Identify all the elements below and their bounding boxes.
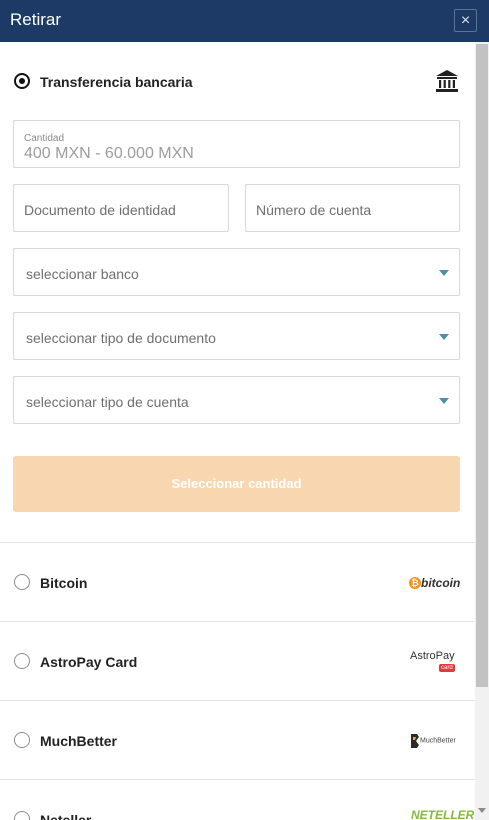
amount-label: Cantidad [24,133,65,144]
muchbetter-logo-text: MuchBetter [420,737,456,745]
bank-transfer-radio[interactable] [14,73,30,89]
withdraw-methods-list[interactable]: Transferencia bancaria Cantidad 400 MXN … [0,42,489,820]
close-icon: × [460,12,471,29]
method-bitcoin[interactable]: Bitcoin ₿ bitcoin [0,542,475,621]
neteller-radio[interactable] [14,811,30,820]
astropay-radio[interactable] [14,653,30,669]
bitcoin-logo-text: bitcoin [421,575,461,590]
account-type-select[interactable]: seleccionar tipo de cuenta [13,376,460,424]
astropay-logo-text: AstroPay [410,650,455,662]
muchbetter-icon [411,733,419,748]
astropay-card-badge: card [439,664,455,672]
method-bank-transfer[interactable]: Transferencia bancaria [0,42,475,102]
id-document-field[interactable]: Documento de identidad [13,184,229,232]
chevron-down-icon [439,398,449,404]
chevron-down-icon [439,334,449,340]
scroll-down-arrow-icon[interactable] [478,808,486,813]
neteller-label: Neteller [40,812,92,820]
amount-placeholder: 400 MXN - 60.000 MXN [24,145,194,162]
method-neteller[interactable]: Neteller NETELLER [0,779,475,820]
dialog-title: Retirar [10,10,62,29]
chevron-down-icon [439,270,449,276]
dialog-header: Retirar × [0,0,489,42]
bank-icon [436,70,458,92]
account-number-field[interactable]: Número de cuenta [245,184,460,232]
bank-select-value: seleccionar banco [26,266,139,282]
document-type-select[interactable]: seleccionar tipo de documento [13,312,460,360]
bank-select[interactable]: seleccionar banco [13,248,460,296]
account-number-placeholder: Número de cuenta [256,202,372,218]
account-type-select-value: seleccionar tipo de cuenta [26,394,189,410]
document-type-select-value: seleccionar tipo de documento [26,330,216,346]
bank-transfer-label: Transferencia bancaria [40,74,193,90]
amount-field[interactable]: Cantidad 400 MXN - 60.000 MXN [13,120,460,168]
astropay-label: AstroPay Card [40,654,138,670]
scrollbar-thumb[interactable] [476,44,488,687]
bitcoin-logo: ₿ bitcoin [409,574,460,590]
id-document-placeholder: Documento de identidad [24,202,176,218]
astropay-logo: AstroPay card [410,650,460,674]
close-button[interactable]: × [454,9,477,32]
select-amount-button[interactable]: Seleccionar cantidad [13,456,460,512]
method-muchbetter[interactable]: MuchBetter MuchBetter [0,700,475,779]
method-astropay[interactable]: AstroPay Card AstroPay card [0,621,475,700]
muchbetter-label: MuchBetter [40,733,118,749]
bitcoin-radio[interactable] [14,574,30,590]
bitcoin-icon: ₿ [409,576,421,589]
muchbetter-logo: MuchBetter [410,732,456,750]
muchbetter-radio[interactable] [14,732,30,748]
neteller-logo: NETELLER [411,808,475,820]
bitcoin-label: Bitcoin [40,575,88,591]
